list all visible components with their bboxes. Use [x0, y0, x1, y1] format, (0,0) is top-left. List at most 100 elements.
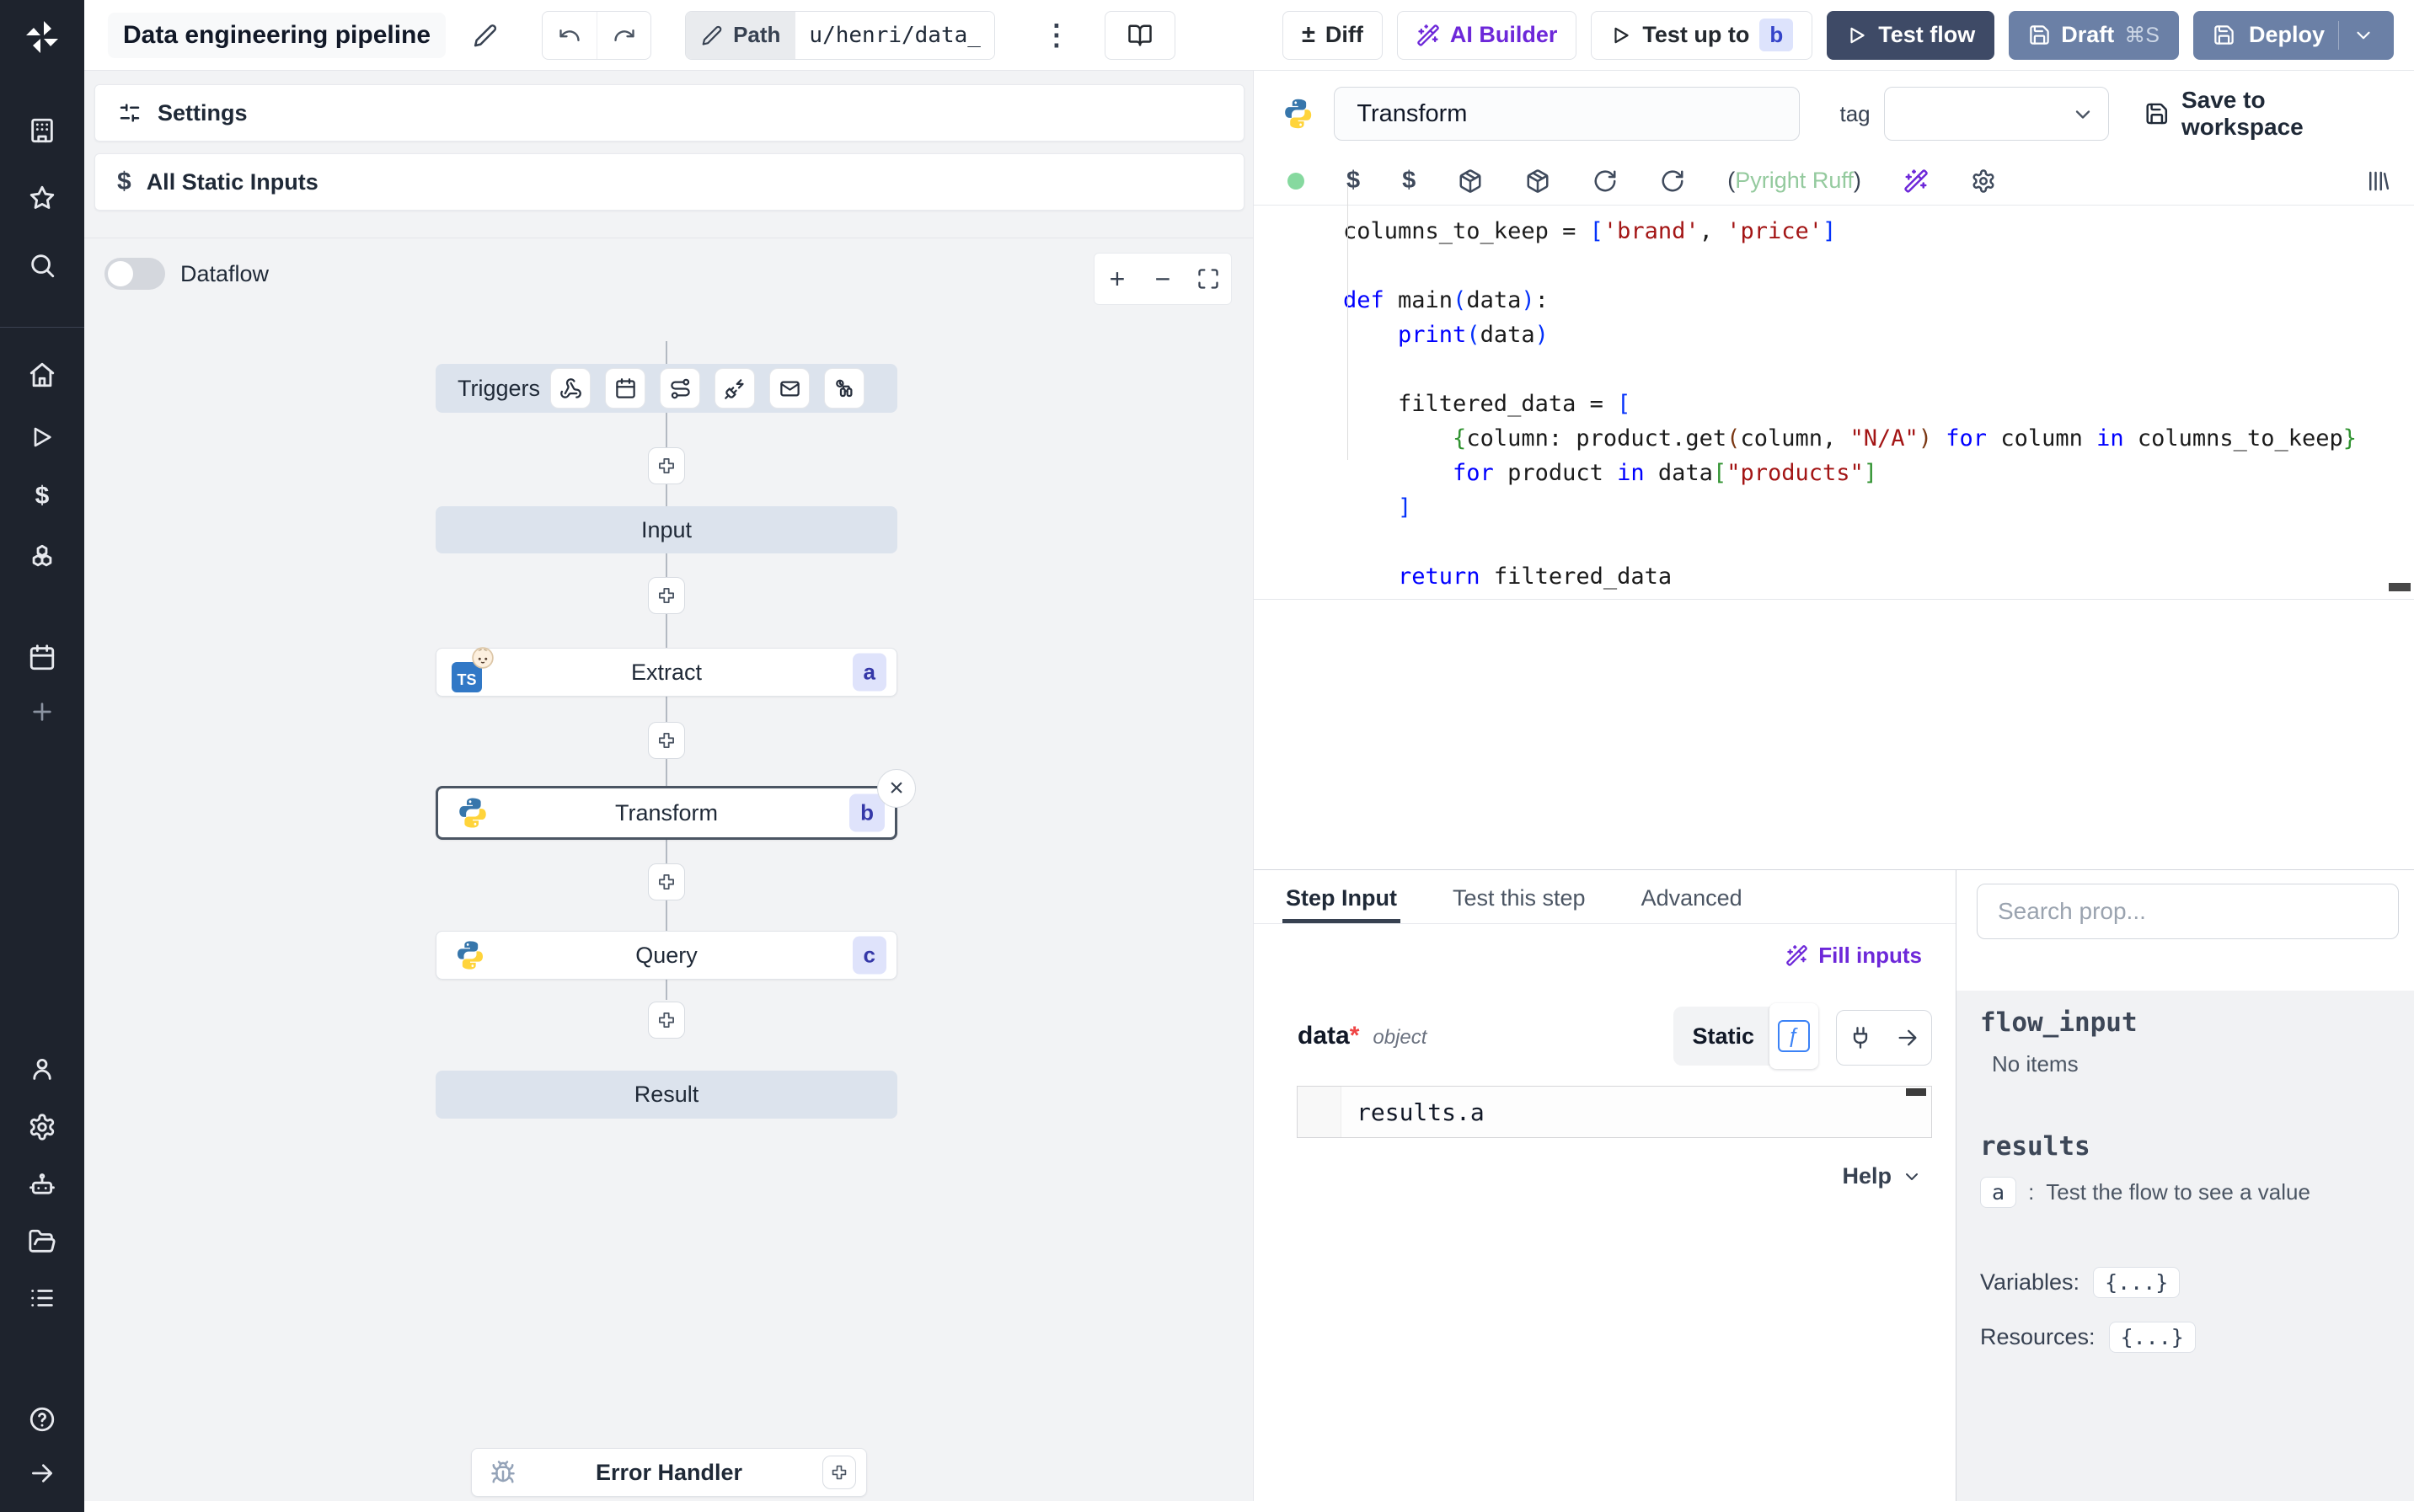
zoom-in-button[interactable]: +: [1095, 253, 1140, 305]
package-icon[interactable]: [1458, 168, 1483, 194]
search-prop-input[interactable]: [1977, 884, 2399, 939]
path-value[interactable]: u/henri/data_: [795, 11, 994, 59]
add-error-handler-button[interactable]: [822, 1456, 856, 1489]
add-step-button[interactable]: [648, 447, 685, 484]
add-plus-icon[interactable]: [26, 696, 58, 728]
edit-title-pencil-icon[interactable]: [473, 23, 498, 48]
search-icon[interactable]: [26, 249, 58, 281]
poll-trigger-icon[interactable]: [824, 368, 865, 409]
add-step-button[interactable]: [648, 1002, 685, 1039]
fill-inputs-button[interactable]: Fill inputs: [1785, 943, 1922, 969]
folders-icon[interactable]: [26, 1226, 58, 1258]
help-icon[interactable]: [26, 1403, 58, 1435]
result-key-badge[interactable]: a: [1980, 1177, 2017, 1208]
all-static-inputs-button[interactable]: $ All Static Inputs: [94, 153, 1244, 211]
static-mode-label[interactable]: Static: [1673, 1023, 1769, 1050]
audit-logs-list-icon[interactable]: [26, 1282, 58, 1314]
fit-view-button[interactable]: [1186, 253, 1231, 305]
resources-braces-badge[interactable]: {...}: [2108, 1322, 2196, 1353]
required-mark: *: [1349, 1022, 1360, 1050]
editor-settings-gear-icon[interactable]: [1971, 168, 1996, 194]
deploy-split-divider: [2338, 20, 2339, 50]
flow-input-heading[interactable]: flow_input: [1980, 1007, 2414, 1038]
delete-step-close-icon[interactable]: ×: [877, 769, 916, 808]
home-icon[interactable]: [26, 359, 58, 391]
zoom-out-button[interactable]: −: [1140, 253, 1186, 305]
dataflow-toggle[interactable]: [104, 258, 165, 290]
workers-robot-icon[interactable]: [26, 1169, 58, 1201]
expand-sidebar-arrow-icon[interactable]: [26, 1457, 58, 1489]
variables-dollar-icon[interactable]: $: [26, 480, 58, 512]
deploy-button[interactable]: Deploy: [2192, 10, 2394, 60]
dataflow-label: Dataflow: [180, 260, 270, 286]
flow-settings-button[interactable]: Settings: [94, 84, 1244, 142]
expression-editor[interactable]: results.a: [1297, 1086, 1932, 1138]
diff-button[interactable]: ± Diff: [1282, 10, 1383, 60]
ai-wand-icon[interactable]: [1903, 168, 1929, 194]
step-name-input[interactable]: Transform: [1334, 87, 1800, 141]
topbar: Data engineering pipeline Path u/henri/d…: [84, 0, 2414, 71]
triggers-node[interactable]: Triggers: [436, 364, 897, 413]
schedule-trigger-icon[interactable]: [605, 368, 646, 409]
http-route-trigger-icon[interactable]: [660, 368, 701, 409]
test-up-to-button[interactable]: Test up to b: [1591, 10, 1813, 60]
redo-button[interactable]: [597, 11, 650, 59]
undo-button[interactable]: [543, 12, 597, 59]
tag-select[interactable]: [1883, 87, 2110, 141]
tab-advanced[interactable]: Advanced: [1641, 885, 1742, 923]
code-editor[interactable]: columns_to_keep = ['brand', 'price'] def…: [1254, 206, 2414, 600]
add-resource-dollar-icon[interactable]: $: [1402, 168, 1416, 193]
more-menu-kebab-icon[interactable]: ⋮: [1042, 19, 1071, 52]
editor-scrollbar[interactable]: [2389, 583, 2411, 591]
webhook-trigger-icon[interactable]: [550, 368, 591, 409]
package-icon[interactable]: [1525, 168, 1550, 194]
step-node-transform-selected[interactable]: Transform b: [436, 786, 897, 840]
help-toggle[interactable]: Help: [1842, 1163, 1922, 1189]
docs-book-button[interactable]: [1104, 10, 1175, 60]
save-to-workspace-button[interactable]: Save to workspace: [2144, 87, 2390, 141]
add-step-button[interactable]: [648, 863, 685, 900]
flow-result-node[interactable]: Result: [436, 1071, 897, 1119]
ai-builder-button[interactable]: AI Builder: [1396, 10, 1577, 60]
add-step-button[interactable]: [648, 577, 685, 614]
settings-gear-icon[interactable]: [26, 1111, 58, 1143]
tab-test-this-step[interactable]: Test this step: [1453, 885, 1586, 923]
javascript-expression-mode-button[interactable]: ƒ: [1769, 1003, 1818, 1069]
websocket-trigger-icon[interactable]: [715, 368, 756, 409]
runs-play-icon[interactable]: [26, 421, 58, 453]
connect-controls: [1836, 1010, 1932, 1066]
undo-redo-group: [542, 10, 652, 60]
workspace-icon[interactable]: [26, 115, 58, 147]
add-step-button[interactable]: [648, 722, 685, 759]
add-variable-dollar-icon[interactable]: $: [1346, 168, 1360, 193]
arrow-right-icon[interactable]: [1884, 1026, 1931, 1050]
variables-row[interactable]: Variables: {...}: [1980, 1267, 2414, 1298]
variables-braces-badge[interactable]: {...}: [2093, 1267, 2181, 1298]
resources-row[interactable]: Resources: {...}: [1980, 1322, 2414, 1353]
reload-icon[interactable]: [1660, 168, 1685, 194]
favorites-star-icon[interactable]: [26, 182, 58, 214]
email-trigger-icon[interactable]: [769, 368, 811, 409]
reload-icon[interactable]: [1592, 168, 1618, 194]
windmill-logo-icon[interactable]: [20, 15, 64, 59]
flow-input-node[interactable]: Input: [436, 506, 897, 553]
error-handler-node[interactable]: Error Handler: [471, 1448, 867, 1497]
result-item[interactable]: a : Test the flow to see a value: [1980, 1177, 2414, 1208]
users-icon[interactable]: [26, 1053, 58, 1085]
draft-button[interactable]: Draft ⌘S: [2009, 10, 2179, 60]
plug-connect-icon[interactable]: [1837, 1026, 1884, 1050]
expression-value[interactable]: results.a: [1341, 1087, 1485, 1137]
canvas-zoom-controls: + −: [1094, 253, 1232, 305]
results-heading[interactable]: results: [1980, 1131, 2414, 1162]
schedules-calendar-icon[interactable]: [26, 642, 58, 674]
tab-step-input[interactable]: Step Input: [1282, 885, 1400, 923]
test-flow-button[interactable]: Test flow: [1827, 10, 1995, 60]
step-node-extract[interactable]: TS Extract a: [436, 648, 897, 697]
path-editor[interactable]: Path u/henri/data_: [685, 10, 995, 60]
step-node-query[interactable]: Query c: [436, 931, 897, 980]
chevron-down-icon[interactable]: [2352, 24, 2374, 46]
input-mode-toggle: Static ƒ: [1673, 1003, 1818, 1069]
library-icon[interactable]: [2365, 168, 2390, 194]
resources-boxes-icon[interactable]: [26, 541, 58, 573]
flow-canvas[interactable]: Settings $ All Static Inputs Dataflow + …: [84, 71, 1253, 1512]
